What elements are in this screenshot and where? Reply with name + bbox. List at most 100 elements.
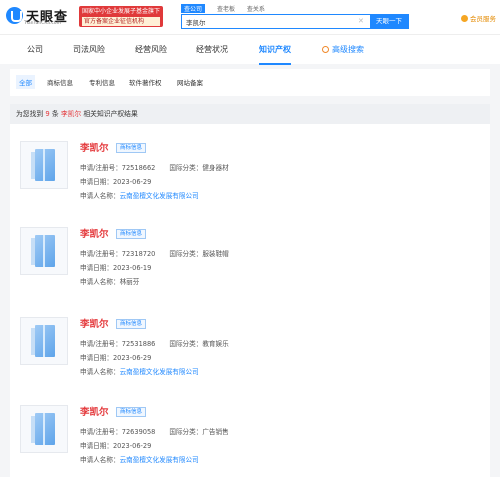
reg-info-line: 申请/注册号：72531886 国际分类：教育娱乐 [80, 338, 229, 348]
date-label: 申请日期： [80, 442, 113, 450]
search-tab-boss[interactable]: 查老板 [217, 4, 235, 13]
reg-no-label: 申请/注册号： [80, 340, 122, 348]
trademark-name[interactable]: 李凯尔 [80, 404, 109, 418]
nav-tab-company[interactable]: 公司 [27, 35, 43, 65]
reg-no-label: 申请/注册号： [80, 250, 122, 258]
search-icon [322, 46, 329, 53]
ip-subtabs: 全部 商标信息 专利信息 软件著作权 网站备案 [10, 69, 490, 96]
trademark-thumbnail[interactable] [20, 227, 68, 275]
applicant-link[interactable]: 云南盈檀文化发展有限公司 [120, 456, 199, 464]
trademark-name[interactable]: 李凯尔 [80, 140, 109, 154]
subtab-all[interactable]: 全部 [16, 75, 35, 89]
applicant-label: 申请人名称： [80, 456, 120, 464]
applicant-link[interactable]: 云南盈檀文化发展有限公司 [120, 192, 199, 200]
applicant-label: 申请人名称： [80, 192, 120, 200]
trademark-thumbnail[interactable] [20, 317, 68, 365]
date-label: 申请日期： [80, 354, 113, 362]
applicant-link[interactable]: 云南盈檀文化发展有限公司 [120, 368, 199, 376]
date-line: 申请日期：2023-06-29 [80, 440, 151, 450]
reg-info-line: 申请/注册号：72518662 国际分类：健身器材 [80, 162, 229, 172]
promo-banner[interactable]: 国家中小企业发展子基金旗下 官方备案企业征信机构 [79, 6, 163, 27]
trademark-name[interactable]: 李凯尔 [80, 316, 109, 330]
reg-no-label: 申请/注册号： [80, 428, 122, 436]
banner-line-2: 官方备案企业征信机构 [82, 17, 160, 26]
search-box: ✕ 天眼一下 [181, 14, 409, 29]
top-header: 天眼查 TianYanCha.com 国家中小企业发展子基金旗下 官方备案企业征… [0, 0, 500, 34]
subtab-website-record[interactable]: 网站备案 [174, 75, 206, 89]
class-value: 教育娱乐 [202, 340, 229, 348]
date-label: 申请日期： [80, 264, 113, 272]
nav-tab-legal-risk[interactable]: 司法风险 [73, 35, 105, 65]
book-icon [31, 325, 55, 357]
list-item: 李凯尔 商标信息 申请/注册号：72531886 国际分类：教育娱乐 申请日期：2… [10, 300, 490, 386]
applicant-label: 申请人名称： [80, 278, 120, 286]
search-input[interactable] [182, 15, 368, 28]
class-label: 国际分类： [169, 428, 203, 436]
list-item: 李凯尔 商标信息 申请/注册号：72518662 国际分类：健身器材 申请日期：2… [10, 124, 490, 210]
result-suffix: 相关知识产权结果 [83, 110, 138, 118]
list-item: 李凯尔 商标信息 申请/注册号：72639058 国际分类：广告销售 申请日期：2… [10, 388, 490, 474]
date-line: 申请日期：2023-06-29 [80, 352, 151, 362]
reg-info-line: 申请/注册号：72318720 国际分类：服装鞋帽 [80, 248, 229, 258]
search-type-tabs: 查公司 查老板 查关系 [181, 4, 275, 14]
result-list: 李凯尔 商标信息 申请/注册号：72518662 国际分类：健身器材 申请日期：2… [10, 124, 490, 477]
category-badge: 商标信息 [116, 407, 147, 417]
category-badge: 商标信息 [116, 319, 147, 329]
clear-icon[interactable]: ✕ [358, 17, 364, 25]
applicant-line: 申请人名称：云南盈檀文化发展有限公司 [80, 190, 199, 200]
applicant-label: 申请人名称： [80, 368, 120, 376]
logo-subtext: TianYanCha.com [24, 21, 62, 26]
subtab-patent[interactable]: 专利信息 [86, 75, 118, 89]
class-value: 服装鞋帽 [202, 250, 229, 258]
book-icon [31, 149, 55, 181]
logo[interactable]: 天眼查 TianYanCha.com [6, 6, 74, 30]
date-value: 2023-06-29 [112, 442, 152, 450]
advanced-search-label: 高级搜索 [332, 45, 364, 54]
reg-info-line: 申请/注册号：72639058 国际分类：广告销售 [80, 426, 229, 436]
date-line: 申请日期：2023-06-29 [80, 176, 151, 186]
search-tab-company[interactable]: 查公司 [181, 4, 206, 13]
nav-tab-business-status[interactable]: 经营状况 [196, 35, 228, 65]
reg-no-value: 72531886 [121, 340, 156, 348]
date-line: 申请日期：2023-06-19 [80, 262, 151, 272]
applicant-line: 申请人名称：林丽芬 [80, 276, 139, 286]
subtab-software-copyright[interactable]: 软件著作权 [126, 75, 165, 89]
search-button[interactable]: 天眼一下 [370, 15, 408, 28]
reg-no-value: 72518662 [121, 164, 156, 172]
search-tab-relation[interactable]: 查关系 [247, 4, 265, 13]
applicant-name: 林丽芬 [119, 278, 140, 286]
date-value: 2023-06-29 [112, 354, 152, 362]
reg-no-value: 72318720 [121, 250, 156, 258]
class-label: 国际分类： [169, 250, 203, 258]
trademark-thumbnail[interactable] [20, 405, 68, 453]
result-summary: 为您找到 9 条 李凯尔 相关知识产权结果 [10, 104, 490, 124]
trademark-thumbnail[interactable] [20, 141, 68, 189]
applicant-line: 申请人名称：云南盈檀文化发展有限公司 [80, 454, 199, 464]
nav-tab-ip[interactable]: 知识产权 [259, 35, 291, 65]
reg-no-label: 申请/注册号： [80, 164, 122, 172]
class-label: 国际分类： [169, 164, 203, 172]
date-label: 申请日期： [80, 178, 113, 186]
advanced-search-link[interactable]: 高级搜索 [322, 35, 364, 65]
result-keyword: 李凯尔 [60, 110, 82, 118]
banner-line-1: 国家中小企业发展子基金旗下 [82, 8, 161, 15]
list-item: 李凯尔 商标信息 申请/注册号：72318720 国际分类：服装鞋帽 申请日期：2… [10, 210, 490, 296]
result-unit: 条 [51, 110, 59, 118]
subtab-trademark[interactable]: 商标信息 [44, 75, 76, 89]
vip-service-link[interactable]: 会员服务 [461, 13, 496, 23]
book-icon [31, 413, 55, 445]
class-value: 健身器材 [202, 164, 229, 172]
applicant-line: 申请人名称：云南盈檀文化发展有限公司 [80, 366, 199, 376]
tianyancha-logo-icon [6, 7, 23, 24]
class-value: 广告销售 [202, 428, 229, 436]
main-nav: 公司 司法风险 经营风险 经营状况 知识产权 高级搜索 [0, 34, 500, 65]
vip-label: 会员服务 [470, 15, 496, 23]
result-prefix: 为您找到 [16, 110, 44, 118]
nav-tab-business-risk[interactable]: 经营风险 [135, 35, 167, 65]
result-count: 9 [45, 110, 50, 118]
vip-crown-icon [461, 15, 468, 22]
book-icon [31, 235, 55, 267]
trademark-name[interactable]: 李凯尔 [80, 226, 109, 240]
class-label: 国际分类： [169, 340, 203, 348]
category-badge: 商标信息 [116, 229, 147, 239]
